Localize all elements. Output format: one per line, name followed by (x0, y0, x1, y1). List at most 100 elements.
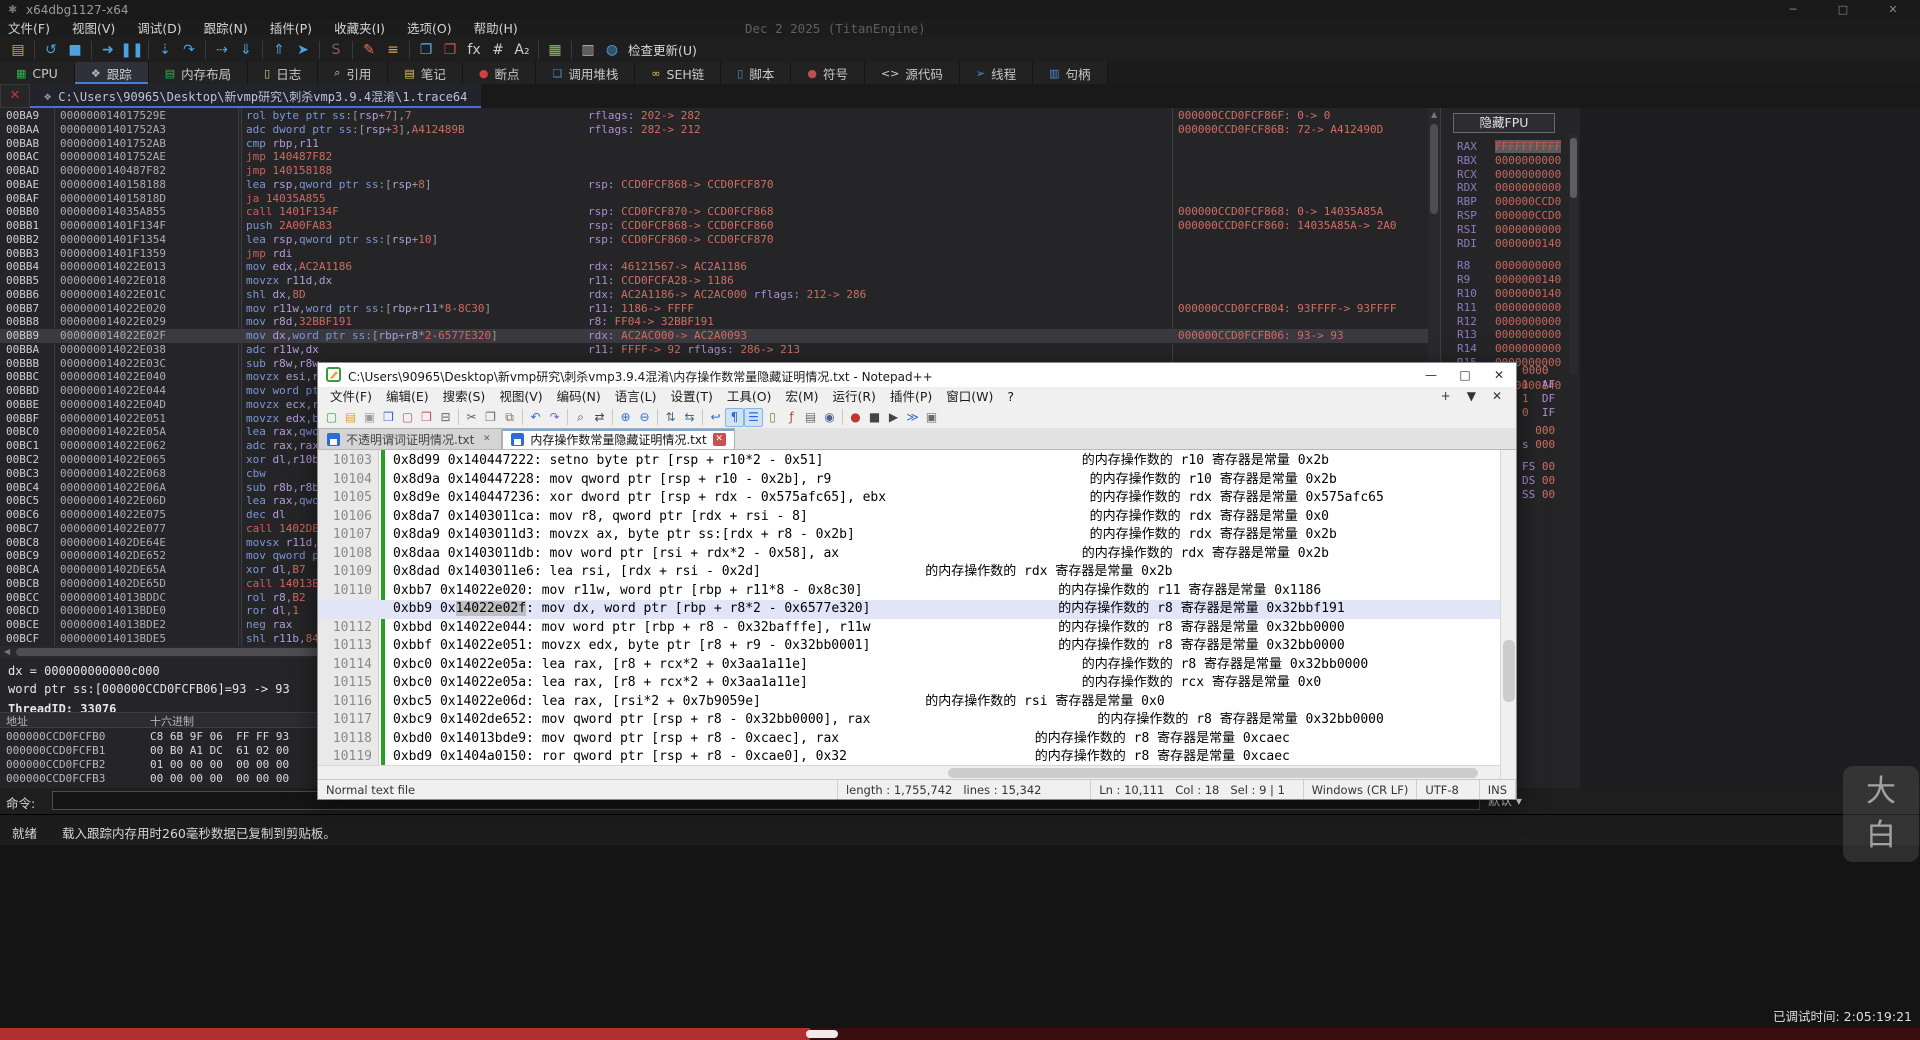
notepad-editor[interactable]: 1010310104101051010610107101081010910110… (318, 450, 1500, 765)
register-RSP[interactable]: RSP000000CCD0 (1457, 209, 1561, 222)
check-update-button[interactable]: 检查更新(U) (628, 40, 697, 59)
macro-stop-icon[interactable]: ■ (865, 408, 884, 427)
run-to-icon[interactable]: ⇢ (210, 39, 234, 60)
npp-menu-语言(L)[interactable]: 语言(L) (615, 387, 657, 406)
tab-内存布局[interactable]: ▤内存布局 (149, 62, 248, 84)
editor-line-10104[interactable]: 0x8d9a 0x140447228: mov qword ptr [rsp +… (318, 471, 1500, 490)
editor-line-10117[interactable]: 0xbc9 0x1402de652: mov qword ptr [rsp + … (318, 711, 1500, 730)
calculator-icon[interactable]: ▦ (543, 39, 567, 60)
hide-fpu-button[interactable]: 隐藏FPU (1453, 113, 1555, 133)
notepad-maximize-button[interactable]: □ (1448, 363, 1482, 387)
open-icon[interactable]: ▤ (6, 39, 30, 60)
trace-row-00BB8[interactable]: 00BB8000000014022E029mov r8d,32BBF191 (0, 315, 1440, 329)
editor-line-10119[interactable]: 0xbd9 0x1404a0150: ror qword ptr [rsp + … (318, 748, 1500, 765)
run-to-user-icon[interactable]: ➤ (291, 39, 315, 60)
statusbar-encoding[interactable]: UTF-8 (1417, 780, 1479, 799)
tab-脚本[interactable]: ▯脚本 (721, 62, 791, 84)
trace-row-00BAD[interactable]: 00BAD0000000140487F82jmp 140158188 (0, 164, 1440, 178)
function-icon[interactable]: fx (462, 39, 486, 60)
statusbar-ins-mode[interactable]: INS (1480, 780, 1516, 799)
register-RDX[interactable]: RDX0000000000 (1457, 181, 1561, 194)
patch-icon[interactable]: ✎ (357, 39, 381, 60)
npp-menu-宏(M)[interactable]: 宏(M) (785, 387, 818, 406)
save-all-icon[interactable]: ❒ (379, 408, 398, 427)
trace-row-00BB3[interactable]: 00BB300000001401F1359jmp rdi (0, 247, 1440, 261)
tab-符号[interactable]: ●符号 (791, 62, 865, 84)
npp-tab-内存操作数常量隐藏证明情况.txt[interactable]: 内存操作数常量隐藏证明情况.txt✕ (502, 428, 734, 449)
register-R12[interactable]: R120000000000 (1457, 315, 1561, 328)
open-file-icon[interactable]: ▤ (341, 408, 360, 427)
menu-插件(P)[interactable]: 插件(P) (270, 20, 312, 37)
indent-guide-icon[interactable]: ☰ (744, 408, 763, 427)
tab-跟踪[interactable]: ❖跟踪 (75, 62, 149, 84)
zoom-in-icon[interactable]: ⊕ (616, 408, 635, 427)
show-symbol-icon[interactable]: ¶ (725, 408, 744, 427)
keyboard-icon[interactable]: ▥ (576, 39, 600, 60)
tab-引用[interactable]: ⌕引用 (318, 62, 388, 84)
register-RBP[interactable]: RBP000000CCD0 (1457, 195, 1561, 208)
skip-icon[interactable]: ⇓ (234, 39, 258, 60)
trace-close-button[interactable]: ✕ (0, 84, 30, 108)
editor-line-10114[interactable]: 0xbc0 0x14022e05a: lea rax, [r8 + rcx*2 … (318, 656, 1500, 675)
redo-icon[interactable]: ↷ (545, 408, 564, 427)
editor-line-10103[interactable]: 0x8d99 0x140447222: setno byte ptr [rsp … (318, 452, 1500, 471)
notepad-vscrollbar[interactable] (1500, 450, 1516, 779)
npp-tab-close-icon[interactable]: ✕ (480, 433, 493, 446)
menu-跟踪(N)[interactable]: 跟踪(N) (204, 20, 248, 37)
save-icon[interactable]: ▣ (360, 408, 379, 427)
find-icon[interactable]: ⌕ (571, 408, 590, 427)
function-list-icon[interactable]: ƒ (782, 408, 801, 427)
close-button[interactable]: ✕ (1870, 0, 1916, 20)
close-icon[interactable]: ▢ (398, 408, 417, 427)
step-out-icon[interactable]: ⇑ (267, 39, 291, 60)
register-R9[interactable]: R90000000140 (1457, 273, 1561, 286)
doc-switcher-icon[interactable]: ▤ (801, 408, 820, 427)
print-icon[interactable]: ⊟ (436, 408, 455, 427)
trace-row-00BAC[interactable]: 00BAC00000001401752AEjmp 140487F82 (0, 150, 1440, 164)
step-over-icon[interactable]: ↷ (177, 39, 201, 60)
npp-menu-extra-1[interactable]: ▼ (1467, 387, 1476, 406)
npp-menu-文件(F)[interactable]: 文件(F) (330, 387, 372, 406)
npp-tab-不透明谓词证明情况.txt[interactable]: 不透明谓词证明情况.txt✕ (318, 428, 502, 449)
menu-文件(F)[interactable]: 文件(F) (8, 20, 50, 37)
replace-icon[interactable]: ⇄ (590, 408, 609, 427)
step-into-icon[interactable]: ⇣ (153, 39, 177, 60)
notepad-titlebar[interactable]: C:\Users\90965\Desktop\新vmp研究\刺杀vmp3.9.4… (318, 363, 1516, 387)
npp-menu-运行(R)[interactable]: 运行(R) (832, 387, 875, 406)
animate-icon[interactable]: S (324, 39, 348, 60)
menu-调试(D)[interactable]: 调试(D) (137, 20, 181, 37)
tab-源代码[interactable]: <>源代码 (865, 62, 960, 84)
editor-line-10111[interactable]: 0xbb9 0x14022e02f: mov dx, word ptr [rbp… (318, 600, 1500, 619)
editor-line-10105[interactable]: 0x8d9e 0x140447236: xor dword ptr [rsp +… (318, 489, 1500, 508)
register-R14[interactable]: R140000000000 (1457, 342, 1561, 355)
registers-scrollbar[interactable] (1569, 134, 1578, 374)
editor-line-10106[interactable]: 0x8da7 0x1403011ca: mov r8, qword ptr [r… (318, 508, 1500, 527)
npp-menu-?[interactable]: ? (1007, 387, 1014, 406)
editor-line-10113[interactable]: 0xbbf 0x14022e051: movzx edx, byte ptr [… (318, 637, 1500, 656)
register-R8[interactable]: R80000000000 (1457, 259, 1561, 272)
sync-v-icon[interactable]: ⇅ (661, 408, 680, 427)
npp-menu-extra-0[interactable]: + (1441, 387, 1451, 406)
stop-icon[interactable]: ■ (63, 39, 87, 60)
watch-scrollbar-thumb[interactable] (1430, 124, 1438, 214)
undo-icon[interactable]: ↶ (526, 408, 545, 427)
register-RAX[interactable]: RAXFFFFFFFFFF (1457, 140, 1561, 153)
npp-menu-编码(N)[interactable]: 编码(N) (557, 387, 601, 406)
editor-line-10110[interactable]: 0xbb7 0x14022e020: mov r11w, word ptr [r… (318, 582, 1500, 601)
pause-icon[interactable]: ❚❚ (120, 39, 144, 60)
register-RSI[interactable]: RSI0000000000 (1457, 223, 1561, 236)
label-red-icon[interactable]: ❐ (438, 39, 462, 60)
tab-CPU[interactable]: ▦CPU (0, 62, 75, 84)
run-icon[interactable]: ➜ (96, 39, 120, 60)
notepad-close-button[interactable]: ✕ (1482, 363, 1516, 387)
restart-icon[interactable]: ↺ (39, 39, 63, 60)
minimize-button[interactable]: ─ (1770, 0, 1816, 20)
tab-笔记[interactable]: ▤笔记 (388, 62, 462, 84)
tab-SEH链[interactable]: ∞SEH链 (635, 62, 721, 84)
close-all-icon[interactable]: ❒ (417, 408, 436, 427)
hash-icon[interactable]: # (486, 39, 510, 60)
editor-line-10107[interactable]: 0x8da9 0x1403011d3: movzx ax, byte ptr s… (318, 526, 1500, 545)
macro-play-icon[interactable]: ▶ (884, 408, 903, 427)
editor-line-10118[interactable]: 0xbd0 0x14013bde9: mov qword ptr [rsp + … (318, 730, 1500, 749)
notepad-hscrollbar-thumb[interactable] (948, 768, 1478, 778)
